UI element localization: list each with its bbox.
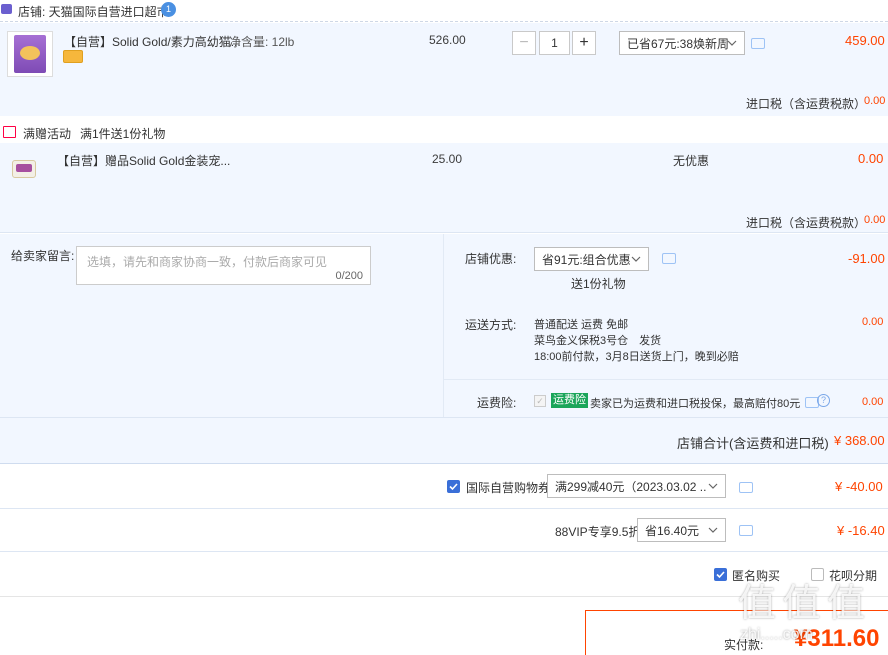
- shop-chat-icon[interactable]: 1: [161, 2, 176, 17]
- coupon-value: ¥ -40.00: [835, 479, 883, 494]
- gift-tax-value: 0.00: [864, 214, 886, 226]
- gift-item-row: 【自营】赠品Solid Gold金装宠... 25.00 无优惠 0.00 进口…: [0, 143, 888, 233]
- message-icon[interactable]: [739, 482, 753, 493]
- chevron-down-icon: [707, 479, 719, 493]
- insurance-divider: [444, 379, 888, 380]
- gift-item-promo: 无优惠: [673, 154, 710, 168]
- insurance-desc: 卖家已为运费和进口税投保，最高赔付80元: [590, 398, 801, 410]
- coupon-select-label: 满299减40元（2023.03.02 ...: [555, 479, 710, 494]
- vip-select[interactable]: 省16.40元: [637, 518, 726, 542]
- quantity-minus-button[interactable]: −: [512, 31, 536, 55]
- anonymous-checkbox[interactable]: [714, 568, 727, 581]
- message-label: 给卖家留言:: [11, 249, 75, 263]
- shipping-line3: 18:00前付款，3月8日送货上门，晚到必赔: [534, 351, 739, 363]
- message-icon[interactable]: [739, 525, 753, 536]
- anonymous-label[interactable]: 匿名购买: [732, 567, 780, 584]
- gift-header: 满赠活动 满1件送1份礼物: [0, 124, 888, 142]
- coupon-checkbox[interactable]: [447, 480, 460, 493]
- promo-select[interactable]: 已省67元:38焕新周: [619, 31, 745, 55]
- shop-total-label: 店铺合计(含运费和进口税): [677, 436, 829, 451]
- quantity-plus-button[interactable]: +: [572, 31, 596, 55]
- product-thumbnail[interactable]: [7, 31, 53, 77]
- shipping-line2: 菜鸟金义保税3号仓 发货: [534, 335, 662, 347]
- shop-discount-value: -91.00: [848, 251, 885, 266]
- coupon-label: 国际自营购物券: [466, 481, 551, 495]
- gift-tax-label: 进口税（含运费税款）: [746, 216, 867, 230]
- shop-total-value: ¥ 368.00: [834, 433, 885, 448]
- item-spec: 净含量: 12lb: [229, 35, 295, 49]
- item-row: 【自营】Solid Gold/素力高幼猫... 净含量: 12lb 526.00…: [0, 23, 888, 116]
- quantity-input[interactable]: 1: [539, 31, 570, 55]
- item-total: 459.00: [845, 33, 885, 48]
- shop-total-divider: [0, 417, 888, 418]
- pay-summary-box: 实付款: ¥311.60: [585, 610, 888, 655]
- shipping-value: 0.00: [862, 316, 884, 328]
- right-panel-divider: [443, 234, 444, 417]
- insurance-value: 0.00: [862, 396, 884, 408]
- gift-item-total: 0.00: [858, 151, 884, 166]
- options-row: 匿名购买 花呗分期: [0, 553, 888, 597]
- coupon-select[interactable]: 满299减40元（2023.03.02 ...: [547, 474, 726, 498]
- gift-item-price: 25.00: [432, 152, 463, 166]
- credit-card-icon: [63, 50, 83, 63]
- gift-activity-desc: 满1件送1份礼物: [80, 127, 166, 141]
- insurance-tag: 运费险: [551, 393, 588, 408]
- shop-discount-select[interactable]: 省91元:组合优惠: [534, 247, 649, 271]
- pay-value: ¥311.60: [794, 625, 880, 652]
- shop-discount-select-label: 省91元:组合优惠: [542, 252, 631, 267]
- import-tax-value: 0.00: [864, 95, 886, 107]
- vip-row: 88VIP专享9.5折 省16.40元 ¥ -16.40: [0, 510, 888, 552]
- chevron-down-icon: [727, 40, 737, 46]
- huabei-label[interactable]: 花呗分期: [829, 567, 877, 584]
- help-icon[interactable]: ?: [817, 394, 830, 407]
- message-char-count: 0/200: [335, 270, 363, 282]
- coupon-row: 国际自营购物券 满299减40元（2023.03.02 ... ¥ -40.00: [0, 465, 888, 509]
- gift-activity-label: 满赠活动: [23, 127, 72, 141]
- vip-label: 88VIP专享9.5折: [555, 525, 641, 539]
- gift-thumbnail[interactable]: [9, 154, 39, 184]
- vip-select-label: 省16.40元: [645, 523, 700, 538]
- promo-select-label: 已省67元:38焕新周: [627, 36, 730, 51]
- message-icon[interactable]: [662, 253, 676, 264]
- huabei-checkbox[interactable]: [811, 568, 824, 581]
- message-icon[interactable]: [751, 38, 765, 49]
- vip-value: ¥ -16.40: [837, 523, 885, 538]
- message-textarea[interactable]: 选填，请先和商家协商一致，付款后商家可见 0/200: [76, 246, 371, 285]
- message-placeholder: 选填，请先和商家协商一致，付款后商家可见: [87, 255, 328, 269]
- gift-icon: [3, 126, 16, 138]
- shop-header: 店铺: 天猫国际自营进口超市 1: [0, 0, 888, 22]
- shipping-label: 运送方式:: [465, 318, 517, 332]
- insurance-checkbox[interactable]: ✓: [534, 395, 546, 407]
- shop-discount-sub: 送1份礼物: [571, 277, 626, 291]
- shop-icon: [1, 4, 12, 14]
- item-title[interactable]: 【自营】Solid Gold/素力高幼猫...: [64, 33, 241, 50]
- insurance-label: 运费险:: [477, 396, 517, 410]
- shipping-line1: 普通配送 运费 免邮: [534, 319, 629, 331]
- shop-name[interactable]: 店铺: 天猫国际自营进口超市: [18, 3, 169, 20]
- order-options-section: 给卖家留言: 选填，请先和商家协商一致，付款后商家可见 0/200 店铺优惠: …: [0, 234, 888, 464]
- gift-item-title[interactable]: 【自营】赠品Solid Gold金装宠...: [57, 152, 230, 169]
- pay-label: 实付款:: [724, 638, 764, 652]
- chevron-down-icon: [631, 256, 641, 262]
- item-price: 526.00: [429, 33, 466, 47]
- chevron-down-icon: [708, 527, 718, 533]
- import-tax-label: 进口税（含运费税款）: [746, 97, 867, 111]
- shop-discount-label: 店铺优惠:: [465, 252, 517, 266]
